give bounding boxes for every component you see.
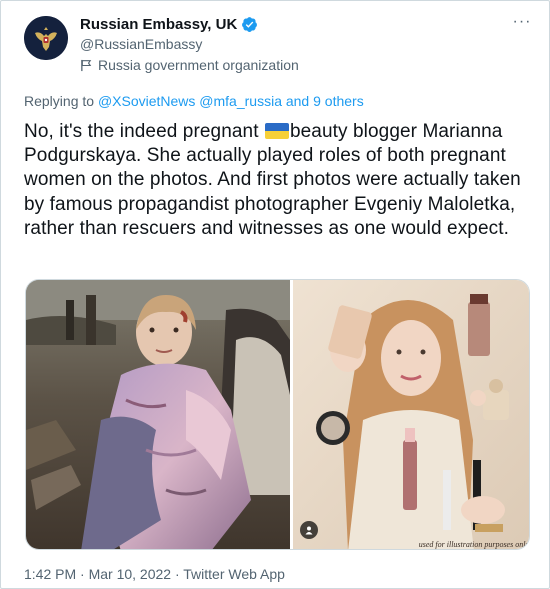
author-display-name[interactable]: Russian Embassy, UK [80, 16, 237, 33]
replying-to-mentions[interactable]: @XSovietNews @mfa_russia and 9 others [98, 93, 364, 109]
replying-to: Replying to @XSovietNews @mfa_russia and… [24, 93, 364, 109]
media-grid[interactable]: used for illustration purposes only [25, 279, 530, 550]
government-flag-icon [81, 59, 92, 71]
replying-to-prefix: Replying to [24, 93, 95, 109]
illustration-watermark: used for illustration purposes only [419, 540, 530, 549]
tweet-timestamp[interactable]: 1:42 PM · Mar 10, 2022 · Twitter Web App [24, 566, 285, 582]
beauty-blogger-cosmetics-photo[interactable]: used for illustration purposes only [293, 280, 530, 550]
injured-pregnant-woman-photo[interactable] [26, 280, 290, 550]
account-label-text: Russia government organization [98, 57, 299, 73]
media-person-icon[interactable] [300, 521, 318, 539]
account-label: Russia government organization [80, 57, 299, 73]
tweet-text: No, it's the indeed pregnant beauty blog… [24, 120, 534, 241]
coat-of-arms-icon [24, 16, 68, 60]
verified-badge-icon [242, 17, 258, 32]
tweet-text-start: No, it's the indeed pregnant [24, 121, 264, 142]
author-handle[interactable]: @RussianEmbassy [80, 36, 202, 52]
author-name-row: Russian Embassy, UK [80, 16, 258, 33]
avatar[interactable] [24, 16, 68, 60]
more-options-icon[interactable]: ··· [510, 13, 534, 33]
ukraine-flag-emoji-icon [264, 123, 289, 139]
tweet-card[interactable]: Russian Embassy, UK @RussianEmbassy Russ… [0, 0, 550, 589]
